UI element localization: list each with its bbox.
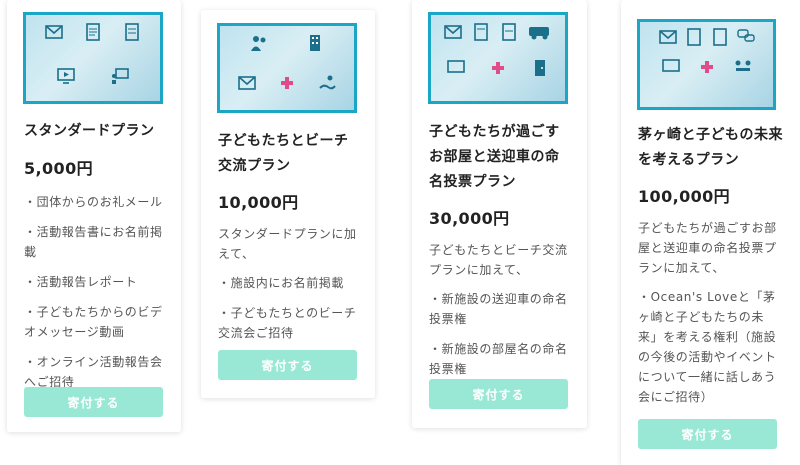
donate-button[interactable]: 寄付する [429,379,568,409]
plan-card-standard: スタンダードプラン 5,000円 ・団体からのお礼メール ・活動報告書にお名前掲… [7,0,181,432]
list-item: ・オンライン活動報告会へご招待 [24,355,163,389]
list-item: ・子どもたちからのビデオメッセージ動画 [24,305,163,339]
plan-title: スタンダードプラン [24,123,155,139]
video-icon [56,67,76,85]
document-icon [471,23,491,41]
plan-title: 子どもたちとビーチ交流プラン [218,133,349,174]
door-icon [530,59,550,77]
plus-icon [488,59,508,77]
plan-benefit-list: ・新施設の送迎車の命名投票権 ・新施設の部屋名の命名投票権 [429,289,570,379]
plan-price: 5,000円 [24,159,94,178]
plan-image [217,23,357,113]
donate-button[interactable]: 寄付する [638,419,777,449]
list-item: ・活動報告書にお名前掲載 [24,225,163,259]
plan-card-beach: 子どもたちとビーチ交流プラン 10,000円 スタンダードプランに加えて、 ・施… [201,10,375,398]
donate-button[interactable]: 寄付する [24,387,163,417]
report-icon [83,23,103,41]
list-item: ・Ocean's Loveと「茅ヶ崎と子どもたちの未来」を考える権利（施設の今後… [638,290,777,404]
document-icon [122,23,142,41]
list-item: ・子どもたちとのビーチ交流会ご招待 [218,306,357,340]
plan-card-naming-vote: 子どもたちが過ごすお部屋と送迎車の命名投票プラン 30,000円 子どもたちとビ… [412,0,587,428]
list-item: ・活動報告レポート [24,275,138,289]
mail-icon [658,28,678,46]
list-item: ・施設内にお名前掲載 [218,276,345,290]
plan-price: 100,000円 [638,187,731,206]
report-icon [499,23,519,41]
report-icon [684,28,704,46]
swimmer-icon [317,74,337,92]
plan-title: 子どもたちが過ごすお部屋と送迎車の命名投票プラン [429,124,560,190]
plan-card-future: 茅ヶ崎と子どもの未来を考えるプラン 100,000円 子どもたちが過ごすお部屋と… [621,0,800,465]
plan-benefit-list: ・Ocean's Loveと「茅ヶ崎と子どもたちの未来」を考える権利（施設の今後… [638,287,783,407]
mail-icon [443,23,463,41]
list-item: ・新施設の部屋名の命名投票権 [429,342,568,376]
video-icon [661,58,681,76]
plan-intro: 子どもたちとビーチ交流プランに加えて、 [429,243,568,277]
plan-intro: スタンダードプランに加えて、 [218,227,357,261]
people-icon [249,34,269,52]
list-item: ・団体からのお礼メール [24,195,163,209]
chat-icon [736,28,756,46]
van-icon [527,23,553,41]
building-icon [305,34,325,52]
presentation-icon [446,59,466,77]
plus-icon [277,74,297,92]
donate-button[interactable]: 寄付する [218,350,357,380]
meeting-icon [733,58,753,76]
presentation-icon [110,67,130,85]
plan-title: 茅ヶ崎と子どもの未来を考えるプラン [638,127,783,168]
plan-price: 10,000円 [218,193,299,212]
document-icon [710,28,730,46]
mail-icon [44,23,64,41]
plus-icon [697,58,717,76]
list-item: ・新施設の送迎車の命名投票権 [429,292,568,326]
plan-price: 30,000円 [429,209,510,228]
plan-benefit-list: ・施設内にお名前掲載 ・子どもたちとのビーチ交流会ご招待 [218,273,358,343]
plan-image [637,19,776,110]
plan-benefit-list: ・団体からのお礼メール ・活動報告書にお名前掲載 ・活動報告レポート ・子どもた… [24,192,164,392]
mail-icon [237,74,257,92]
plan-image [428,12,568,104]
plan-intro: 子どもたちが過ごすお部屋と送迎車の命名投票プランに加えて、 [638,221,777,275]
plan-image [23,12,163,104]
